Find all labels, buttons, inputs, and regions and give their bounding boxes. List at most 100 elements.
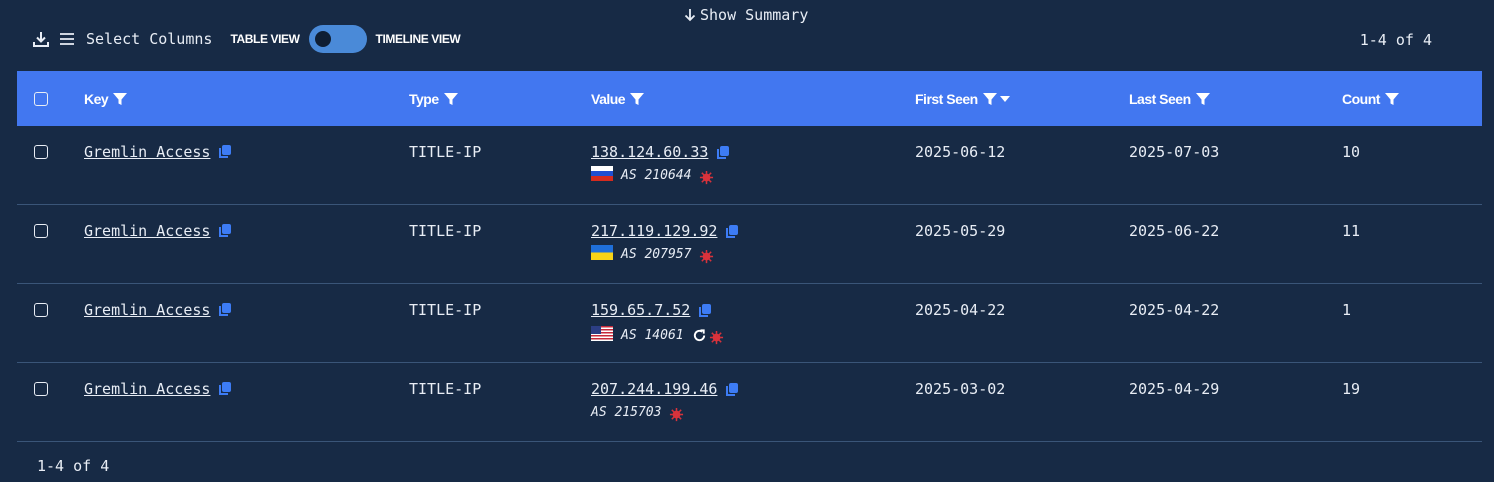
russia-flag-icon — [591, 166, 613, 181]
row-checkbox[interactable] — [34, 303, 48, 317]
last-seen-cell: 2025-06-22 — [1129, 222, 1220, 240]
row-checkbox[interactable] — [34, 382, 48, 396]
type-cell: TITLE-IP — [409, 380, 482, 398]
key-cell: Gremlin Access — [84, 380, 232, 398]
first-seen-cell: 2025-03-02 — [915, 380, 1006, 398]
columns-icon[interactable] — [58, 30, 76, 48]
sort-desc-icon[interactable] — [999, 95, 1010, 103]
asn-line: AS 14061 — [591, 324, 724, 347]
ip-line: 159.65.7.52 — [591, 301, 724, 319]
key-link[interactable]: Gremlin Access — [84, 301, 210, 319]
ip-link[interactable]: 159.65.7.52 — [591, 301, 690, 319]
copy-icon[interactable] — [218, 302, 232, 317]
count-cell: 10 — [1342, 143, 1361, 161]
row-checkbox[interactable] — [34, 145, 48, 159]
copy-icon[interactable] — [698, 303, 712, 318]
ip-line: 138.124.60.33 — [591, 143, 730, 161]
timeline-view-label[interactable]: TIMELINE VIEW — [376, 32, 461, 46]
copy-icon[interactable] — [725, 382, 739, 397]
ip-link[interactable]: 138.124.60.33 — [591, 143, 708, 161]
select-columns-button[interactable]: Select Columns — [86, 30, 212, 48]
ip-line: 207.244.199.46 — [591, 380, 739, 398]
key-cell: Gremlin Access — [84, 143, 232, 161]
last-seen-cell: 2025-07-03 — [1129, 143, 1220, 161]
arrow-down-icon — [684, 9, 696, 22]
filter-icon[interactable] — [443, 91, 459, 107]
value-cell: 159.65.7.52 AS 14061 — [591, 301, 724, 347]
filter-icon[interactable] — [1384, 91, 1400, 107]
asn-line: AS 207957 — [591, 245, 739, 264]
count-cell: 11 — [1342, 222, 1361, 240]
row-select — [34, 382, 48, 400]
table-row: Gremlin Access TITLE-IP 138.124.60.33 AS… — [17, 126, 1482, 205]
filter-icon[interactable] — [629, 91, 645, 107]
ip-line: 217.119.129.92 — [591, 222, 739, 240]
view-toggle[interactable] — [308, 25, 367, 53]
value-cell: 138.124.60.33 AS 210644 — [591, 143, 730, 185]
count-cell: 1 — [1342, 301, 1352, 319]
key-link[interactable]: Gremlin Access — [84, 143, 210, 161]
malware-icon[interactable] — [669, 407, 684, 422]
pagination-top: 1-4 of 4 — [1359, 31, 1432, 49]
table-row: Gremlin Access TITLE-IP 217.119.129.92 A… — [17, 205, 1482, 284]
key-cell: Gremlin Access — [84, 222, 232, 240]
flag-slot — [591, 245, 613, 264]
table-body: Gremlin Access TITLE-IP 138.124.60.33 AS… — [17, 126, 1482, 442]
value-cell: 207.244.199.46 AS 215703 — [591, 380, 739, 422]
row-select — [34, 224, 48, 242]
copy-icon[interactable] — [218, 223, 232, 238]
first-seen-cell: 2025-04-22 — [915, 301, 1006, 319]
copy-icon[interactable] — [725, 224, 739, 239]
table-row: Gremlin Access TITLE-IP 159.65.7.52 AS 1… — [17, 284, 1482, 363]
activity-icon[interactable] — [692, 328, 707, 343]
key-cell: Gremlin Access — [84, 301, 232, 319]
header-select-all[interactable] — [34, 71, 48, 126]
row-select — [34, 145, 48, 163]
column-last-seen[interactable]: Last Seen — [1129, 71, 1211, 126]
last-seen-cell: 2025-04-22 — [1129, 301, 1220, 319]
last-seen-cell: 2025-04-29 — [1129, 380, 1220, 398]
column-first-seen[interactable]: First Seen — [915, 71, 1010, 126]
toggle-knob — [314, 31, 331, 47]
type-cell: TITLE-IP — [409, 222, 482, 240]
key-link[interactable]: Gremlin Access — [84, 222, 210, 240]
table-header: Key Type Value First Seen Last Seen Coun… — [17, 71, 1482, 126]
toolbar: Select Columns TABLE VIEW TIMELINE VIEW — [32, 25, 461, 53]
filter-icon[interactable] — [112, 91, 128, 107]
column-key[interactable]: Key — [84, 71, 128, 126]
select-all-checkbox[interactable] — [34, 91, 48, 106]
copy-icon[interactable] — [716, 145, 730, 160]
ip-link[interactable]: 207.244.199.46 — [591, 380, 717, 398]
copy-icon[interactable] — [218, 144, 232, 159]
asn-label: AS 215703 — [591, 405, 662, 420]
malware-icon[interactable] — [699, 170, 714, 185]
value-cell: 217.119.129.92 AS 207957 — [591, 222, 739, 264]
table-view-label[interactable]: TABLE VIEW — [230, 32, 300, 46]
first-seen-cell: 2025-06-12 — [915, 143, 1006, 161]
column-value[interactable]: Value — [591, 71, 645, 126]
row-select — [34, 303, 48, 321]
results-table: Key Type Value First Seen Last Seen Coun… — [17, 71, 1482, 442]
malware-icon[interactable] — [699, 249, 714, 264]
asn-line: AS 210644 — [591, 166, 730, 185]
key-link[interactable]: Gremlin Access — [84, 380, 210, 398]
show-summary-toggle[interactable]: Show Summary — [684, 6, 808, 24]
column-type[interactable]: Type — [409, 71, 459, 126]
malware-icon[interactable] — [709, 330, 724, 345]
asn-label: AS 207957 — [621, 247, 692, 262]
row-checkbox[interactable] — [34, 224, 48, 238]
asn-line: AS 215703 — [591, 403, 739, 422]
filter-icon[interactable] — [1195, 91, 1211, 107]
filter-icon[interactable] — [982, 91, 998, 107]
flag-slot — [591, 326, 613, 345]
type-cell: TITLE-IP — [409, 143, 482, 161]
ip-link[interactable]: 217.119.129.92 — [591, 222, 717, 240]
flag-slot — [591, 166, 613, 185]
copy-icon[interactable] — [218, 381, 232, 396]
column-count[interactable]: Count — [1342, 71, 1400, 126]
table-row: Gremlin Access TITLE-IP 207.244.199.46 A… — [17, 363, 1482, 442]
show-summary-label: Show Summary — [700, 6, 809, 24]
download-icon[interactable] — [32, 30, 50, 48]
ukraine-flag-icon — [591, 245, 613, 260]
extra-slot — [692, 324, 705, 347]
